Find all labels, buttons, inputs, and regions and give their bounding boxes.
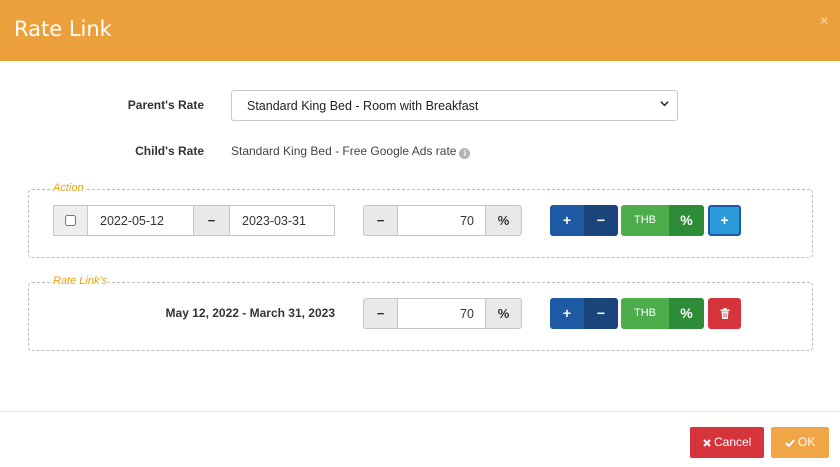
date-separator: − [193,205,230,236]
child-rate-value: Standard King Bed - Free Google Ads rate… [231,144,471,159]
amount-input[interactable]: 70 [397,205,486,236]
chevron-down-icon [660,101,669,107]
amount-minus-addon: − [363,205,398,236]
cancel-label: Cancel [713,435,752,449]
modal-title: Rate Link [14,17,112,41]
rate-link-decrease-button[interactable]: − [584,298,618,329]
trash-icon [720,308,729,319]
ok-button[interactable]: OK [771,427,829,458]
rate-link-minus-addon: − [363,298,398,329]
amount-percent-addon: % [485,205,522,236]
check-icon [784,439,795,448]
percent-button[interactable]: % [669,205,704,236]
ok-label: OK [798,435,816,449]
close-icon[interactable]: × [820,13,828,28]
parent-rate-label: Parent's Rate [127,98,204,112]
add-rate-link-button[interactable]: + [708,205,741,236]
rate-link-period: May 12, 2022 - March 31, 2023 [165,306,335,320]
cancel-button[interactable]: Cancel [690,427,764,458]
rate-link-percent-addon: % [485,298,522,329]
delete-rate-link-button[interactable] [708,298,741,329]
rate-links-legend: Rate Link's [52,275,109,287]
child-rate-text: Standard King Bed - Free Google Ads rate [231,144,457,158]
thb-button[interactable]: THB [621,205,669,236]
parent-rate-selected: Standard King Bed - Room with Breakfast [247,99,479,113]
rate-link-thb-button[interactable]: THB [621,298,669,329]
increase-button[interactable]: + [550,205,584,236]
rate-link-amount-input[interactable]: 70 [397,298,486,329]
action-checkbox-addon [53,205,88,236]
rate-link-modal: Rate Link × Parent's Rate Standard King … [0,0,840,467]
info-icon[interactable]: i [459,148,471,159]
modal-header: Rate Link × [0,0,840,61]
rate-link-percent-button[interactable]: % [669,298,704,329]
parent-rate-select[interactable]: Standard King Bed - Room with Breakfast [231,90,678,121]
action-legend: Action [52,182,85,194]
times-icon [702,439,711,447]
action-checkbox[interactable] [65,215,76,226]
start-date-input[interactable]: 2022-05-12 [87,205,194,236]
decrease-button[interactable]: − [584,205,618,236]
rate-link-increase-button[interactable]: + [550,298,584,329]
child-rate-label: Child's Rate [135,144,204,158]
end-date-input[interactable]: 2023-03-31 [229,205,335,236]
